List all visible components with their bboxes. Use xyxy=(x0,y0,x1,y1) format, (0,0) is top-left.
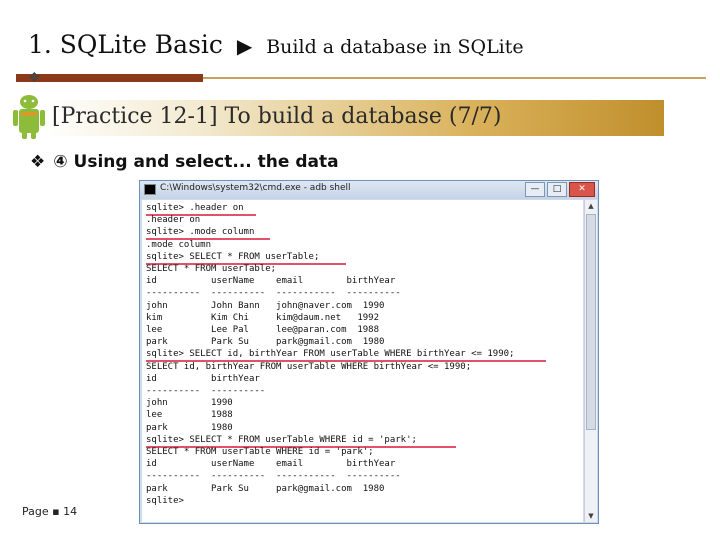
console-line: kim Kim Chi kim@daum.net 1992 xyxy=(146,312,379,323)
console-line: lee Lee Pal lee@paran.com 1988 xyxy=(146,325,379,335)
console-line: john 1990 xyxy=(146,398,233,409)
cmd-icon xyxy=(144,184,156,195)
page-number: Page ▪ 14 xyxy=(22,505,78,518)
minimize-button[interactable]: — xyxy=(525,182,545,197)
console-line: id birthYear xyxy=(146,373,260,384)
console-line: ---------- ---------- ----------- ------… xyxy=(146,288,401,299)
console-line: id userName email birthYear xyxy=(146,276,396,287)
slide-title: 1. SQLite Basic ▶ Build a database in SQ… xyxy=(28,30,524,59)
scroll-up-icon[interactable]: ▲ xyxy=(585,200,597,212)
console-line: .header on xyxy=(146,215,201,226)
diamond-bullet-icon: ❖ xyxy=(30,152,46,172)
console-line: SELECT * FROM userTable WHERE id = 'park… xyxy=(146,447,374,457)
scroll-down-icon[interactable]: ▼ xyxy=(585,510,597,522)
console-line: park Park Su park@gmail.com 1980 xyxy=(146,337,385,348)
console-window: C:\Windows\system32\cmd.exe - adb shell … xyxy=(139,180,599,524)
point-heading: ❖ ④ Using and select... the data xyxy=(30,152,339,172)
vertical-scrollbar[interactable]: ▲ ▼ xyxy=(584,200,597,522)
rule-bullet-icon: ❖ xyxy=(28,70,41,86)
console-line: john John Bann john@naver.com 1990 xyxy=(146,300,385,311)
console-line: lee 1988 xyxy=(146,410,233,421)
title-rule xyxy=(16,74,706,82)
console-line: id userName email birthYear xyxy=(146,459,396,470)
console-line: park 1980 xyxy=(146,422,233,433)
console-line: sqlite> SELECT * FROM userTable WHERE id… xyxy=(146,434,417,445)
console-line: .mode column xyxy=(146,239,212,250)
window-titlebar[interactable]: C:\Windows\system32\cmd.exe - adb shell … xyxy=(140,181,598,199)
console-line: ---------- ---------- xyxy=(146,386,266,396)
scroll-thumb[interactable] xyxy=(586,214,596,430)
practice-title: [Practice 12-1] To build a database (7/7… xyxy=(52,104,502,129)
console-line: SELECT * FROM userTable; xyxy=(146,264,277,274)
point-text: ④ Using and select... the data xyxy=(53,152,339,172)
android-icon xyxy=(13,95,45,139)
console-line: sqlite> SELECT id, birthYear FROM userTa… xyxy=(146,349,515,360)
title-subtitle: Build a database in SQLite xyxy=(266,36,524,58)
console-output[interactable]: sqlite> .header on .header on sqlite> .mod… xyxy=(142,200,583,522)
console-line: SELECT id, birthYear FROM userTable WHER… xyxy=(146,361,472,372)
title-main: 1. SQLite Basic xyxy=(28,30,223,59)
console-line: sqlite> SELECT * FROM userTable; xyxy=(146,251,320,262)
console-line: sqlite> .header on xyxy=(146,203,244,213)
console-line: ---------- ---------- ----------- ------… xyxy=(146,471,401,482)
console-line: sqlite> xyxy=(146,495,184,506)
window-title: C:\Windows\system32\cmd.exe - adb shell xyxy=(160,183,351,193)
title-arrow-icon: ▶ xyxy=(236,34,253,58)
title-rule-accent xyxy=(16,74,203,82)
maximize-button[interactable]: □ xyxy=(547,182,567,197)
console-line: sqlite> .mode column xyxy=(146,227,255,238)
console-line: park Park Su park@gmail.com 1980 xyxy=(146,483,385,494)
close-button[interactable]: ✕ xyxy=(569,182,595,197)
title-rule-line xyxy=(203,77,706,79)
